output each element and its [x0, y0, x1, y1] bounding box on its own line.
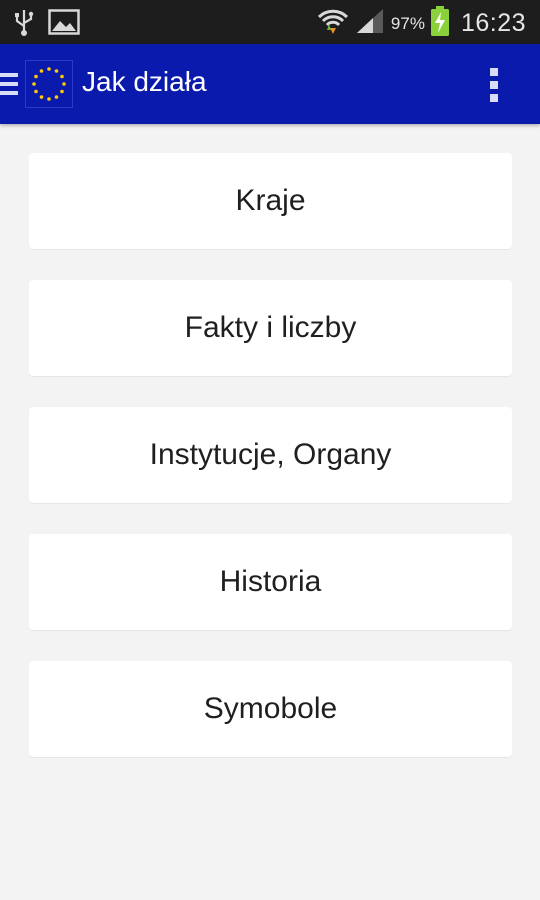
eu-star — [34, 74, 38, 79]
eu-star — [62, 82, 66, 86]
menu-item-instytucje-organy[interactable]: Instytucje, Organy — [29, 407, 512, 503]
menu-item-label: Historia — [219, 565, 322, 598]
clock: 16:23 — [460, 9, 526, 37]
menu-item-fakty-i-liczby[interactable]: Fakty i liczby — [29, 280, 512, 376]
app-bar: Jak działa — [0, 44, 540, 124]
usb-icon — [14, 8, 34, 41]
menu-item-label: Symobole — [203, 692, 338, 725]
menu-item-kraje[interactable]: Kraje — [29, 153, 512, 249]
menu-item-symobole[interactable]: Symobole — [29, 661, 512, 757]
status-bar: 97% 16:23 — [0, 0, 540, 44]
battery-charging-icon — [430, 6, 449, 41]
eu-star — [60, 74, 64, 79]
app-title: Jak działa — [82, 66, 207, 97]
eu-star — [39, 69, 44, 73]
menu-item-label: Kraje — [235, 184, 306, 217]
menu-item-historia[interactable]: Historia — [29, 534, 512, 630]
battery-percent: 97% — [390, 13, 425, 33]
eu-star — [54, 69, 59, 73]
menu-item-label: Instytucje, Organy — [149, 438, 392, 471]
wifi-icon — [317, 6, 349, 41]
signal-icon — [355, 7, 385, 40]
eu-star — [32, 82, 36, 86]
overflow-menu-icon[interactable] — [488, 66, 500, 104]
eu-flag-icon[interactable] — [25, 60, 73, 108]
image-notification-icon — [48, 9, 80, 40]
eu-star — [47, 67, 51, 71]
eu-star — [47, 97, 51, 101]
eu-star — [54, 95, 59, 99]
eu-star — [39, 95, 44, 99]
menu-item-label: Fakty i liczby — [184, 311, 357, 344]
eu-star — [60, 89, 64, 94]
menu-icon[interactable] — [0, 71, 18, 97]
eu-star — [34, 89, 38, 94]
